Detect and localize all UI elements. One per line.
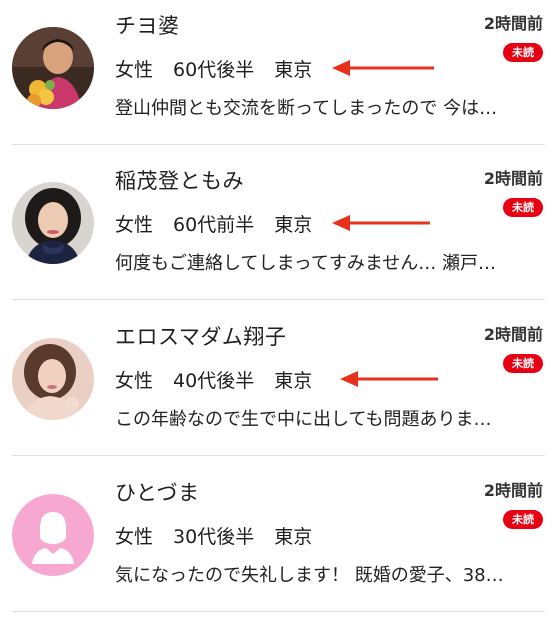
avatar[interactable]	[12, 338, 94, 420]
profile-info: 女性 60代後半 東京	[115, 56, 332, 84]
location-label: 東京	[274, 214, 313, 236]
divider	[12, 299, 545, 300]
message-row[interactable]: ひとづま 女性 30代後半 東京 気になったので失礼します！ 既婚の愛子、38… 2…	[0, 467, 557, 622]
timestamp: 2時間前	[483, 325, 543, 344]
divider	[12, 611, 545, 612]
message-row[interactable]: 稲茂登ともみ 女性 60代前半 東京 何度もご連絡してしまってすみません… 瀬戸… …	[0, 155, 557, 310]
age-label: 60代前半	[173, 214, 255, 236]
age-label: 40代後半	[173, 370, 255, 392]
divider	[12, 144, 545, 145]
message-row[interactable]: エロスマダム翔子 女性 40代後半 東京 この年齢なので生で中に出しても問題ありま……	[0, 311, 557, 466]
unread-badge: 未読	[503, 198, 543, 217]
location-label: 東京	[274, 59, 313, 81]
unread-badge: 未読	[503, 354, 543, 373]
avatar[interactable]	[12, 27, 94, 109]
gender-label: 女性	[115, 214, 154, 236]
message-preview: 気になったので失礼します！ 既婚の愛子、38…	[115, 565, 504, 586]
timestamp: 2時間前	[483, 169, 543, 188]
gender-label: 女性	[115, 59, 154, 81]
sender-name: チヨ婆	[115, 14, 180, 38]
location-label: 東京	[274, 526, 313, 548]
gender-label: 女性	[115, 370, 154, 392]
location-label: 東京	[274, 370, 313, 392]
age-label: 30代後半	[173, 526, 255, 548]
unread-badge: 未読	[503, 43, 543, 62]
profile-info: 女性 40代後半 東京	[115, 367, 332, 395]
gender-label: 女性	[115, 526, 154, 548]
profile-info: 女性 30代後半 東京	[115, 523, 332, 551]
unread-badge: 未読	[503, 510, 543, 529]
message-preview: 何度もご連絡してしまってすみません… 瀬戸…	[115, 253, 497, 274]
message-preview: 登山仲間とも交流を断ってしまったので 今は…	[115, 98, 498, 119]
annotation-arrow-icon	[340, 371, 438, 387]
profile-info: 女性 60代前半 東京	[115, 211, 332, 239]
timestamp: 2時間前	[483, 14, 543, 33]
message-preview: この年齢なので生で中に出しても問題ありま…	[115, 409, 492, 430]
divider	[12, 455, 545, 456]
sender-name: ひとづま	[115, 481, 200, 505]
timestamp: 2時間前	[483, 481, 543, 500]
age-label: 60代後半	[173, 59, 255, 81]
sender-name: 稲茂登ともみ	[115, 169, 244, 193]
message-row[interactable]: チヨ婆 女性 60代後半 東京 登山仲間とも交流を断ってしまったので 今は… 2時間…	[0, 0, 557, 155]
avatar[interactable]	[12, 182, 94, 264]
annotation-arrow-icon	[332, 60, 434, 76]
annotation-arrow-icon	[332, 215, 430, 231]
default-user-icon[interactable]	[12, 494, 94, 576]
sender-name: エロスマダム翔子	[115, 325, 287, 349]
